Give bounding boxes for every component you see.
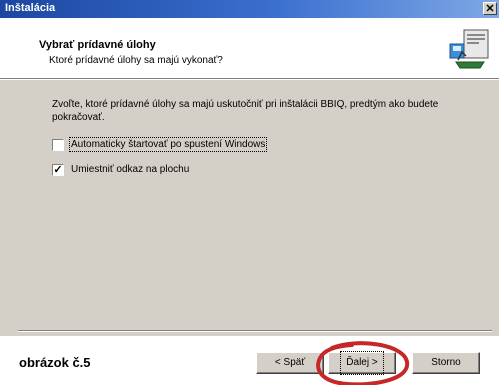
cancel-button[interactable]: Storno: [412, 352, 480, 374]
autostart-label[interactable]: Automaticky štartovať po spustení Window…: [68, 137, 268, 152]
autostart-checkbox[interactable]: [52, 139, 64, 151]
next-button[interactable]: Ďalej >: [328, 351, 396, 375]
page-title: Vybrať prídavné úlohy: [39, 39, 156, 51]
close-icon: ✕: [485, 3, 495, 15]
installer-window: Inštalácia ✕ Vybrať prídavné úlohy Ktoré…: [0, 0, 499, 385]
wizard-header: Vybrať prídavné úlohy Ktoré prídavné úlo…: [0, 18, 499, 78]
next-button-label: Ďalej >: [340, 351, 384, 375]
window-title: Inštalácia: [5, 2, 56, 14]
title-bar[interactable]: Inštalácia ✕: [0, 0, 499, 18]
back-button-label: < Späť: [274, 357, 306, 368]
page-subtitle: Ktoré prídavné úlohy sa majú vykonať?: [49, 55, 223, 66]
figure-caption: obrázok č.5: [19, 355, 91, 370]
cancel-button-label: Storno: [431, 357, 461, 368]
desktop-shortcut-checkbox[interactable]: ✓: [52, 164, 64, 176]
install-wizard-icon: [449, 29, 489, 69]
desktop-shortcut-label[interactable]: Umiestniť odkaz na plochu: [71, 164, 189, 175]
close-button[interactable]: ✕: [483, 2, 497, 15]
header-divider-highlight: [0, 79, 499, 80]
footer-divider-highlight: [18, 331, 492, 332]
back-button[interactable]: < Späť: [256, 352, 324, 374]
task-description: Zvoľte, ktoré prídavné úlohy sa majú usk…: [52, 99, 439, 123]
